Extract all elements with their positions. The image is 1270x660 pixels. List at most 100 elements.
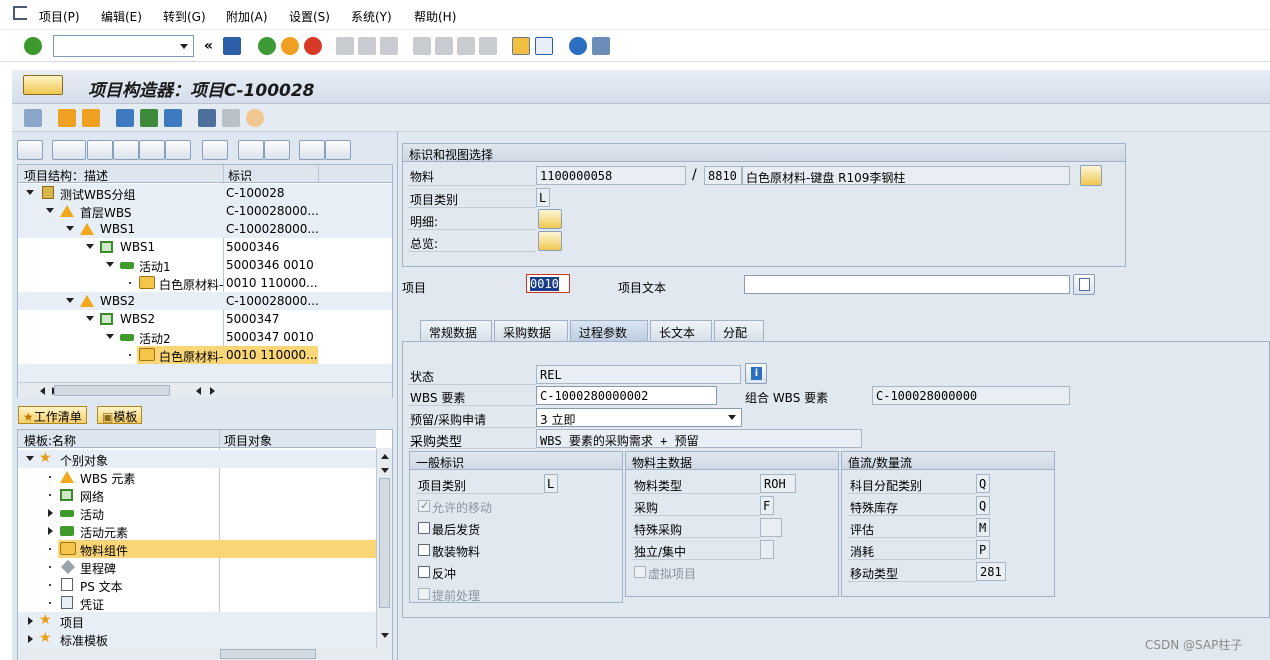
menu-help[interactable]: 帮助(H) — [414, 8, 456, 25]
material-field[interactable]: 1100000058 — [536, 166, 686, 185]
move-up-icon[interactable] — [58, 109, 76, 127]
back-icon[interactable] — [258, 37, 276, 55]
screen-menu-icon[interactable] — [23, 75, 63, 95]
network-graphic-icon[interactable] — [140, 109, 158, 127]
procurement-type-field[interactable]: WBS 要素的采购需求 + 预留 — [536, 429, 862, 448]
chevron-down-icon[interactable] — [180, 44, 188, 49]
exit-icon[interactable] — [281, 37, 299, 55]
bulk-material-checkbox[interactable] — [418, 544, 430, 556]
template-row[interactable]: 里程碑 — [18, 558, 376, 576]
collapsed-icon[interactable] — [28, 635, 33, 643]
wbs-element-field[interactable]: C-1000280000002 — [536, 386, 717, 405]
expand-icon[interactable] — [106, 262, 114, 267]
menu-extras[interactable]: 附加(A) — [226, 8, 268, 25]
tree-row[interactable]: 活动1 5000346 0010 — [18, 256, 392, 274]
final-issue-checkbox[interactable] — [418, 522, 430, 534]
item-number-field[interactable]: 0010 — [526, 274, 570, 293]
template-row[interactable]: 网络 — [18, 486, 376, 504]
display-change-icon[interactable] — [24, 109, 42, 127]
expand-icon[interactable] — [66, 226, 74, 231]
overview-button[interactable] — [538, 231, 562, 251]
cancel-icon[interactable] — [304, 37, 322, 55]
scroll-left-icon[interactable] — [40, 387, 45, 395]
tree-row[interactable]: 测试WBS分组 C-100028 — [18, 184, 392, 202]
tree-horizontal-scrollbar[interactable] — [18, 382, 392, 398]
mass-change-icon[interactable] — [198, 109, 216, 127]
tree-row[interactable]: 白色原材料- 0010 110000... — [18, 274, 392, 292]
expand-icon[interactable] — [86, 316, 94, 321]
scroll-down-icon[interactable] — [381, 468, 389, 473]
expand-icon[interactable] — [26, 456, 34, 461]
scroll-thumb[interactable] — [379, 478, 390, 608]
open-folder-button[interactable] — [17, 140, 43, 160]
shortcut-icon[interactable] — [535, 37, 553, 55]
tree-row[interactable]: WBS2 5000347 — [18, 310, 392, 328]
undo-button[interactable] — [165, 140, 191, 160]
special-stock-field[interactable]: Q — [976, 496, 990, 515]
expand-button[interactable] — [299, 140, 325, 160]
find-next-button[interactable] — [264, 140, 290, 160]
tab-long-text[interactable]: 长文本 — [650, 320, 712, 341]
copy-button[interactable] — [113, 140, 139, 160]
tab-procurement-parameters[interactable]: 过程参数 — [570, 320, 648, 341]
menu-edit[interactable]: 编辑(E) — [101, 8, 142, 25]
menu-goto[interactable]: 转到(G) — [163, 8, 206, 25]
layout-icon[interactable] — [592, 37, 610, 55]
template-row[interactable]: WBS 元素 — [18, 468, 376, 486]
backflush-checkbox[interactable] — [418, 566, 430, 578]
collapsed-icon[interactable] — [28, 617, 33, 625]
new-session-icon[interactable] — [512, 37, 530, 55]
template-row[interactable]: ★ 个别对象 — [18, 450, 376, 468]
tree-row[interactable]: WBS1 C-100028000... — [18, 220, 392, 238]
template-row[interactable]: PS 文本 — [18, 576, 376, 594]
chevron-down-icon[interactable] — [728, 415, 736, 420]
tree-row[interactable]: 活动2 5000347 0010 — [18, 328, 392, 346]
scroll-right-icon[interactable] — [210, 387, 215, 395]
tree-row[interactable]: WBS1 5000346 — [18, 238, 392, 256]
scroll-thumb[interactable] — [220, 649, 316, 659]
material-display-button[interactable] — [1080, 165, 1102, 186]
tab-purchasing-data[interactable]: 采购数据 — [494, 320, 568, 341]
item-category-field[interactable]: L — [536, 188, 550, 207]
scroll-down-icon[interactable] — [381, 633, 389, 638]
worklist-button[interactable]: ★工作清单 — [18, 406, 87, 424]
create-button[interactable] — [52, 140, 86, 160]
material-description-field[interactable]: 白色原材料-键盘 R109李钢柱 — [742, 166, 1070, 185]
collapse-button[interactable] — [325, 140, 351, 160]
template-row[interactable]: ★ 项目 — [18, 612, 376, 630]
save-icon[interactable] — [223, 37, 241, 55]
expand-icon[interactable] — [46, 208, 54, 213]
material-type-field[interactable]: ROH — [760, 474, 796, 493]
item-text-field[interactable] — [744, 275, 1070, 294]
template-vertical-scrollbar[interactable] — [376, 448, 392, 648]
consumption-field[interactable]: P — [976, 540, 990, 559]
detail-button[interactable] — [538, 209, 562, 229]
special-procurement-field[interactable] — [760, 518, 782, 537]
menu-exit-icon[interactable] — [13, 6, 27, 20]
collapsed-icon[interactable] — [48, 527, 53, 535]
hierarchy-icon[interactable] — [116, 109, 134, 127]
scroll-up-icon[interactable] — [381, 454, 389, 459]
account-assignment-field[interactable]: Q — [976, 474, 990, 493]
scroll-thumb[interactable] — [54, 385, 170, 396]
procurement-field[interactable]: F — [760, 496, 774, 515]
edit-long-text-button[interactable] — [1073, 274, 1095, 295]
expand-icon[interactable] — [106, 334, 114, 339]
structure-icon[interactable] — [164, 109, 182, 127]
reservation-select[interactable]: 3 立即 — [536, 408, 742, 427]
individual-collective-field[interactable] — [760, 540, 774, 559]
plant-field[interactable]: 8810 — [704, 166, 742, 185]
delete-button[interactable] — [202, 140, 228, 160]
valuation-field[interactable]: M — [976, 518, 990, 537]
template-row[interactable]: ★ 标准模板 — [18, 630, 376, 648]
help-icon[interactable] — [569, 37, 587, 55]
move-down-icon[interactable] — [82, 109, 100, 127]
template-row[interactable]: 活动 — [18, 504, 376, 522]
expand-icon[interactable] — [26, 190, 34, 195]
menu-system[interactable]: 系统(Y) — [351, 8, 392, 25]
general-item-category-field[interactable]: L — [544, 474, 558, 493]
expand-icon[interactable] — [66, 298, 74, 303]
menu-project[interactable]: 项目(P) — [39, 8, 80, 25]
paste-button[interactable] — [139, 140, 165, 160]
tree-row[interactable]: 首层WBS C-100028000... — [18, 202, 392, 220]
